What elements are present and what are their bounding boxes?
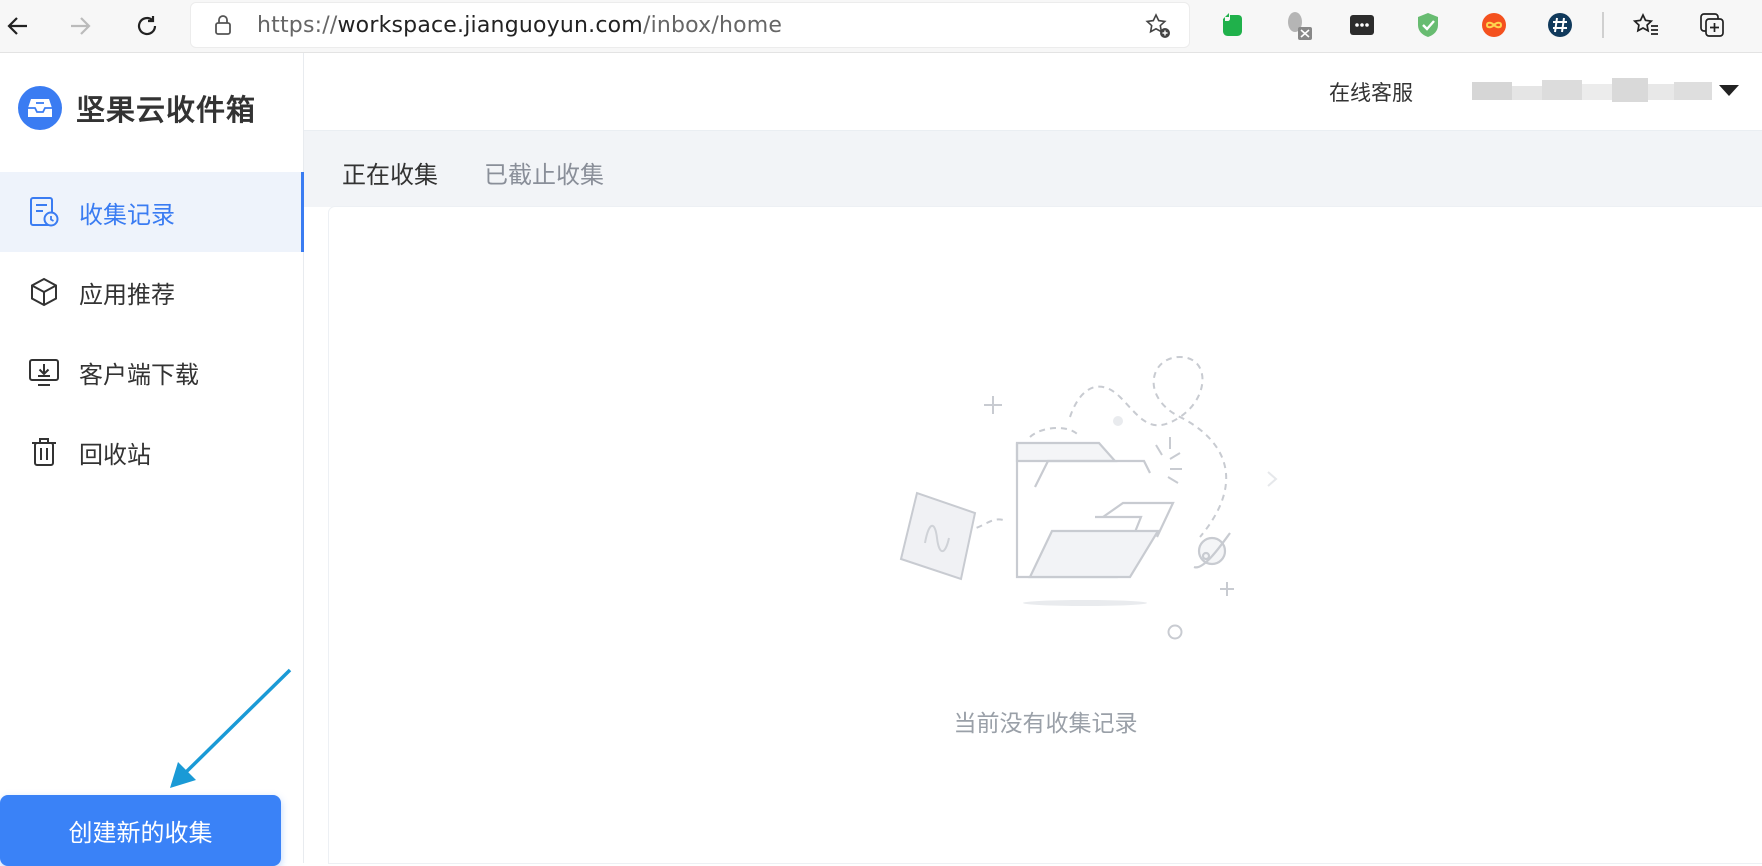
url-text: https://workspace.jianguoyun.com/inbox/h…	[257, 13, 783, 38]
evernote-icon	[1223, 13, 1242, 36]
sidebar-item-app-recommendations[interactable]: 应用推荐	[0, 252, 303, 332]
sidebar-item-label: 应用推荐	[79, 280, 175, 309]
annotation-arrow-icon	[170, 668, 292, 788]
sidebar-item-label: 回收站	[79, 440, 151, 469]
create-collection-button[interactable]: 创建新的收集	[0, 795, 281, 866]
tab-closed-collections[interactable]: 已截止收集	[484, 155, 604, 190]
sidebar-item-recycle-bin[interactable]: 回收站	[0, 412, 303, 492]
empty-state-message: 当前没有收集记录	[953, 711, 1138, 737]
extension-x[interactable]	[1282, 9, 1314, 41]
collections-icon	[1700, 13, 1724, 37]
address-bar[interactable]: https://workspace.jianguoyun.com/inbox/h…	[190, 2, 1190, 48]
reload-icon	[137, 16, 157, 36]
evernote-extension[interactable]	[1216, 9, 1248, 41]
extension-x-icon	[1288, 12, 1312, 40]
sidebar-item-label: 客户端下载	[79, 360, 199, 389]
trash-icon	[32, 438, 56, 466]
sidebar-item-collection-records[interactable]: 收集记录	[0, 172, 304, 252]
back-icon	[7, 17, 27, 35]
browser-toolbar: https://workspace.jianguoyun.com/inbox/h…	[0, 0, 1762, 53]
adguard-shield-icon	[1418, 13, 1438, 37]
cube-icon	[31, 277, 57, 307]
online-support-link[interactable]: 在线客服	[1329, 77, 1413, 107]
favorites-icon	[1632, 13, 1658, 35]
adguard-extension[interactable]	[1412, 9, 1444, 41]
infinity-icon	[1482, 13, 1506, 37]
lock-icon	[215, 15, 231, 35]
collection-list-panel: 当前没有收集记录	[329, 207, 1762, 863]
forward-button[interactable]	[62, 8, 98, 44]
sidebar: 坚果云收件箱 收集记录 应用推荐 客户端下载 回收站 创建新的收集	[0, 53, 304, 866]
hashtag-icon	[1548, 13, 1572, 37]
favorites-button[interactable]	[1630, 9, 1662, 41]
password-manager-extension[interactable]	[1346, 9, 1378, 41]
record-icon	[30, 197, 59, 227]
brand-name: 坚果云收件箱	[76, 93, 257, 127]
account-dropdown-icon[interactable]	[1719, 85, 1739, 96]
download-icon	[29, 359, 59, 386]
empty-folder-illustration	[899, 355, 1278, 640]
tabs-bar: 正在收集 已截止收集	[304, 131, 1762, 207]
infinity-extension[interactable]	[1478, 9, 1510, 41]
inbox-logo-icon	[18, 86, 62, 130]
sidebar-item-client-download[interactable]: 客户端下载	[0, 332, 303, 412]
hashtag-extension[interactable]	[1544, 9, 1576, 41]
password-manager-icon	[1350, 15, 1374, 35]
forward-icon	[71, 17, 91, 35]
tab-collecting[interactable]: 正在收集	[342, 155, 438, 190]
sidebar-item-label: 收集记录	[79, 200, 175, 229]
reload-button[interactable]	[129, 8, 165, 44]
user-account-blurred[interactable]	[1472, 78, 1712, 104]
back-button[interactable]	[0, 8, 36, 44]
brand-logo[interactable]: 坚果云收件箱	[18, 86, 256, 130]
collections-button[interactable]	[1696, 9, 1728, 41]
top-bar: 在线客服	[304, 53, 1762, 131]
favorite-add-icon[interactable]	[1144, 12, 1172, 40]
toolbar-separator	[1602, 12, 1604, 38]
